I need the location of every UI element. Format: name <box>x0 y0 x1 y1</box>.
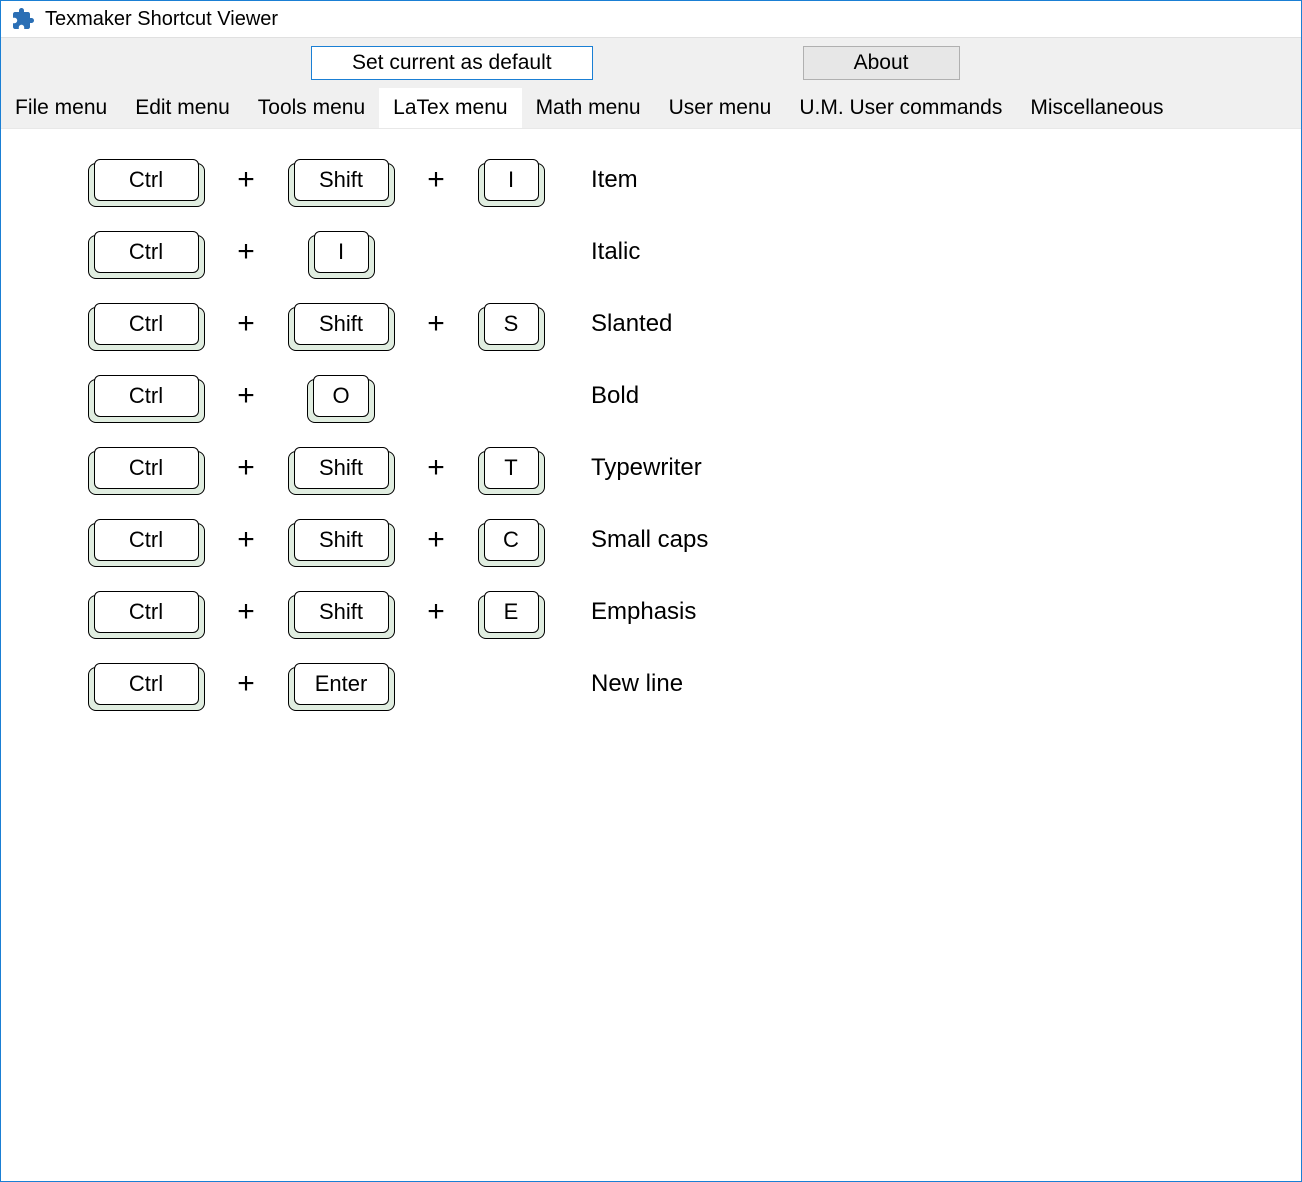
shortcut-row: Ctrl + Shift + I Item <box>71 159 1231 201</box>
tab-tools-menu[interactable]: Tools menu <box>244 88 379 128</box>
plus-icon: + <box>221 163 271 197</box>
shortcut-row: Ctrl + Shift + T Typewriter <box>71 447 1231 489</box>
shortcut-desc: Emphasis <box>591 598 696 626</box>
key-letter: I <box>484 159 539 201</box>
shortcut-desc: Italic <box>591 238 640 266</box>
plus-icon: + <box>221 235 271 269</box>
about-button[interactable]: About <box>803 46 960 80</box>
key-letter: E <box>484 591 539 633</box>
tab-math-menu[interactable]: Math menu <box>522 88 655 128</box>
plus-icon: + <box>221 379 271 413</box>
window-title: Texmaker Shortcut Viewer <box>45 8 278 31</box>
key-shift: Shift <box>294 447 389 489</box>
shortcut-row: Ctrl + Shift + C Small caps <box>71 519 1231 561</box>
plus-icon: + <box>411 451 461 485</box>
key-ctrl: Ctrl <box>94 375 199 417</box>
key-ctrl: Ctrl <box>94 663 199 705</box>
toolbar: Set current as default About <box>1 37 1301 88</box>
tab-file-menu[interactable]: File menu <box>1 88 121 128</box>
tab-um-user-commands[interactable]: U.M. User commands <box>785 88 1016 128</box>
key-ctrl: Ctrl <box>94 231 199 273</box>
key-letter: I <box>314 231 369 273</box>
key-shift: Shift <box>294 303 389 345</box>
tab-miscellaneous[interactable]: Miscellaneous <box>1016 88 1177 128</box>
plus-icon: + <box>411 595 461 629</box>
key-letter: S <box>484 303 539 345</box>
key-shift: Shift <box>294 159 389 201</box>
key-letter: C <box>484 519 539 561</box>
key-letter: T <box>484 447 539 489</box>
key-ctrl: Ctrl <box>94 303 199 345</box>
shortcut-desc: Bold <box>591 382 639 410</box>
plus-icon: + <box>221 523 271 557</box>
tab-user-menu[interactable]: User menu <box>655 88 786 128</box>
plus-icon: + <box>221 595 271 629</box>
shortcut-row: Ctrl + I Italic <box>71 231 1231 273</box>
shortcut-desc: New line <box>591 670 683 698</box>
shortcut-list: Ctrl + Shift + I Item Ctrl + I Italic Ct… <box>1 129 1301 765</box>
key-letter: O <box>313 375 368 417</box>
shortcut-desc: Typewriter <box>591 454 702 482</box>
plus-icon: + <box>221 667 271 701</box>
key-enter: Enter <box>294 663 389 705</box>
tab-edit-menu[interactable]: Edit menu <box>121 88 244 128</box>
plus-icon: + <box>411 307 461 341</box>
plus-icon: + <box>411 163 461 197</box>
plus-icon: + <box>411 523 461 557</box>
shortcut-row: Ctrl + Shift + S Slanted <box>71 303 1231 345</box>
shortcut-desc: Slanted <box>591 310 672 338</box>
plus-icon: + <box>221 451 271 485</box>
key-ctrl: Ctrl <box>94 519 199 561</box>
shortcut-row: Ctrl + Shift + E Emphasis <box>71 591 1231 633</box>
key-ctrl: Ctrl <box>94 447 199 489</box>
shortcut-desc: Item <box>591 166 638 194</box>
puzzle-icon <box>11 7 35 31</box>
key-shift: Shift <box>294 519 389 561</box>
tab-bar: File menu Edit menu Tools menu LaTex men… <box>1 88 1301 129</box>
set-default-button[interactable]: Set current as default <box>311 46 593 80</box>
key-shift: Shift <box>294 591 389 633</box>
key-ctrl: Ctrl <box>94 159 199 201</box>
shortcut-row: Ctrl + O Bold <box>71 375 1231 417</box>
titlebar: Texmaker Shortcut Viewer <box>1 1 1301 37</box>
plus-icon: + <box>221 307 271 341</box>
shortcut-row: Ctrl + Enter New line <box>71 663 1231 705</box>
tab-latex-menu[interactable]: LaTex menu <box>379 88 521 128</box>
key-ctrl: Ctrl <box>94 591 199 633</box>
shortcut-desc: Small caps <box>591 526 708 554</box>
